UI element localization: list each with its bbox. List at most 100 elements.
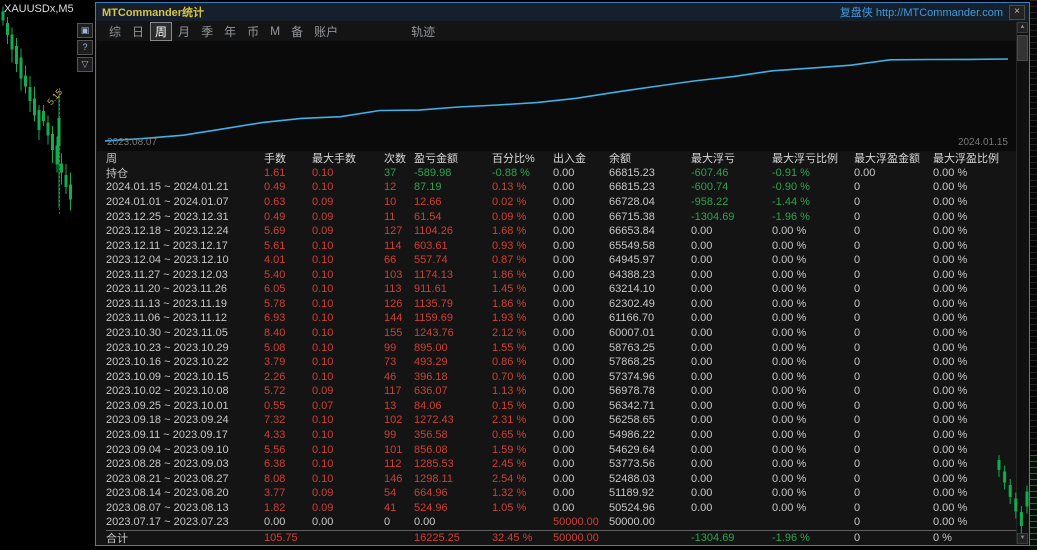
cell: 0.00 % bbox=[933, 166, 968, 179]
cell: 1.32 % bbox=[492, 487, 527, 500]
cell: 1104.26 bbox=[414, 225, 453, 238]
table-row[interactable]: 2023.09.25 ~ 2023.10.01 0.55 0.07 13 84.06 0.… bbox=[106, 399, 1016, 414]
chart-button-3[interactable]: ▽ bbox=[77, 57, 93, 72]
table-row[interactable]: 2023.12.11 ~ 2023.12.17 5.61 0.10 114 603.61… bbox=[106, 238, 1016, 253]
table-row[interactable]: 2023.10.02 ~ 2023.10.08 5.72 0.09 117 636.07… bbox=[106, 384, 1016, 399]
cell: 0.00 bbox=[691, 385, 713, 398]
tab-day[interactable]: 日 bbox=[127, 22, 149, 41]
table-row[interactable]: 2023.07.17 ~ 2023.07.23 0.00 0.00 0 0.00 5000… bbox=[106, 515, 1016, 530]
table-row[interactable]: 2023.12.04 ~ 2023.12.10 4.01 0.10 66 557.74 0… bbox=[106, 253, 1016, 268]
cell: 0 bbox=[854, 341, 861, 354]
cell: 32.45 % bbox=[492, 531, 533, 544]
scroll-up-icon[interactable]: ▲ bbox=[1017, 22, 1028, 33]
chart-button-2[interactable]: ? bbox=[77, 40, 93, 55]
cell: -1304.69 bbox=[691, 210, 735, 223]
tab-quarter[interactable]: 季 bbox=[196, 22, 218, 41]
table-row[interactable]: 2023.11.20 ~ 2023.11.26 6.05 0.10 113 911.61… bbox=[106, 282, 1016, 297]
cell: -589.98 bbox=[414, 166, 452, 179]
cell: 66653.84 bbox=[609, 225, 655, 238]
cell: 0.00 % bbox=[772, 443, 807, 456]
tab-note[interactable]: 备 bbox=[286, 22, 308, 41]
table-total-row[interactable]: 合计 105.75 16225.25 32.45 % 50000.00 -1304.69 -… bbox=[106, 529, 1016, 545]
row-label: 2023.12.25 ~ 2023.12.31 bbox=[106, 210, 229, 223]
tab-currency[interactable]: 币 bbox=[242, 22, 264, 41]
cell: 524.96 bbox=[414, 501, 448, 514]
row-label: 2023.10.16 ~ 2023.10.22 bbox=[106, 356, 229, 369]
cell: 0.15 % bbox=[492, 399, 527, 412]
table-row[interactable]: 2023.12.18 ~ 2023.12.24 5.69 0.09 127 1104.2… bbox=[106, 224, 1016, 239]
table-row[interactable]: 2023.08.07 ~ 2023.08.13 1.82 0.09 41 524.96 1… bbox=[106, 501, 1016, 516]
cell: 百分比% bbox=[492, 153, 535, 166]
cell: 0.00 bbox=[553, 370, 575, 383]
cell: 最大浮盈金额 bbox=[854, 153, 920, 166]
table-row[interactable]: 2023.11.06 ~ 2023.11.12 6.93 0.10 144 1159.6… bbox=[106, 311, 1016, 326]
cell: 0.10 bbox=[312, 268, 334, 281]
cell: 1.59 % bbox=[492, 443, 527, 456]
table-row[interactable]: 2024.01.15 ~ 2024.01.21 0.49 0.10 12 87.19 0.… bbox=[106, 180, 1016, 195]
table-row[interactable]: 2023.11.13 ~ 2023.11.19 5.78 0.10 126 1135.7… bbox=[106, 297, 1016, 312]
cell: 356.58 bbox=[414, 428, 448, 441]
cell: 12.66 bbox=[414, 195, 442, 208]
cell: 87.19 bbox=[414, 181, 442, 194]
table-row[interactable]: 2023.08.28 ~ 2023.09.03 6.38 0.10 112 1285.5… bbox=[106, 457, 1016, 472]
cell: 99 bbox=[384, 341, 397, 354]
window-titlebar[interactable]: MTCommander统计 复盘侠 http://MTCommander.com… bbox=[96, 3, 1029, 21]
brand-link[interactable]: 复盘侠 http://MTCommander.com bbox=[840, 4, 1003, 20]
cell: 0.70 % bbox=[492, 370, 527, 383]
scrollbar-thumb[interactable] bbox=[1017, 35, 1028, 61]
table-row[interactable]: 2023.09.18 ~ 2023.09.24 7.32 0.10 102 1272.4… bbox=[106, 413, 1016, 428]
cell: 11 bbox=[384, 210, 396, 223]
cell: 0.00 bbox=[553, 428, 575, 441]
cell: -0.88 % bbox=[492, 166, 530, 179]
row-label: 2023.08.14 ~ 2023.08.20 bbox=[106, 487, 229, 500]
table-row[interactable]: 2023.08.21 ~ 2023.08.27 8.08 0.10 146 1298.1… bbox=[106, 471, 1016, 486]
cell: 396.18 bbox=[414, 370, 448, 383]
tab-month[interactable]: 月 bbox=[173, 22, 195, 41]
tab-m[interactable]: M bbox=[265, 23, 285, 39]
cell: 0.00 bbox=[553, 283, 575, 296]
tab-track[interactable]: 轨迹 bbox=[406, 22, 440, 41]
row-label: 2023.11.27 ~ 2023.12.03 bbox=[106, 268, 228, 281]
row-label: 持仓 bbox=[106, 167, 128, 180]
cell: 56258.65 bbox=[609, 414, 655, 427]
table-row[interactable]: 2023.08.14 ~ 2023.08.20 3.77 0.09 54 664.96 1… bbox=[106, 486, 1016, 501]
cell: 出入金 bbox=[553, 153, 586, 166]
table-row[interactable]: 2023.10.16 ~ 2023.10.22 3.79 0.10 73 493.29 0… bbox=[106, 355, 1016, 370]
table-row[interactable]: 2023.09.11 ~ 2023.09.17 4.33 0.10 99 356.58 0… bbox=[106, 428, 1016, 443]
cell: 0 bbox=[854, 428, 861, 441]
stats-window: MTCommander统计 复盘侠 http://MTCommander.com… bbox=[95, 2, 1030, 546]
tab-account[interactable]: 账户 bbox=[309, 22, 343, 41]
table-row[interactable]: 2023.09.04 ~ 2023.09.10 5.56 0.10 101 856.08… bbox=[106, 442, 1016, 457]
cell: 0.00 bbox=[691, 458, 713, 471]
table-row[interactable]: 2023.12.25 ~ 2023.12.31 0.49 0.09 11 61.54 0.… bbox=[106, 209, 1016, 224]
cell: 1243.76 bbox=[414, 327, 454, 340]
cell: 1.61 bbox=[264, 166, 286, 179]
table-row[interactable]: 持仓 1.61 0.10 37 -589.98 -0.88 % 0.00 66815.23 -6… bbox=[106, 166, 1016, 181]
cell: 636.07 bbox=[414, 385, 448, 398]
tab-summary[interactable]: 综 bbox=[104, 22, 126, 41]
cell: 0.09 % bbox=[492, 210, 527, 223]
chart-button-1[interactable]: ▣ bbox=[77, 23, 93, 38]
cell: -1.96 % bbox=[772, 210, 810, 223]
close-icon[interactable]: × bbox=[1009, 4, 1025, 20]
cell: 54986.22 bbox=[609, 428, 655, 441]
tab-year[interactable]: 年 bbox=[219, 22, 241, 41]
cell: 0.00 bbox=[691, 356, 713, 369]
table-row[interactable]: 2023.10.09 ~ 2023.10.15 2.26 0.10 46 396.18 0… bbox=[106, 369, 1016, 384]
cell: 0.00 % bbox=[772, 225, 807, 238]
table-row[interactable]: 2023.11.27 ~ 2023.12.03 5.40 0.10 103 1174.1… bbox=[106, 268, 1016, 283]
cell: 0.10 bbox=[312, 239, 334, 252]
cell: -0.90 % bbox=[772, 181, 810, 194]
cell: 0.00 % bbox=[772, 239, 807, 252]
cell: 0.00 bbox=[553, 312, 575, 325]
table-row[interactable]: 2023.10.23 ~ 2023.10.29 5.08 0.10 99 895.00 1… bbox=[106, 340, 1016, 355]
cell: 0.09 bbox=[312, 385, 334, 398]
row-label: 2023.12.04 ~ 2023.12.10 bbox=[106, 254, 229, 267]
cell: 0.00 bbox=[691, 501, 713, 514]
cell: -1304.69 bbox=[691, 531, 735, 544]
table-row[interactable]: 2023.10.30 ~ 2023.11.05 8.40 0.10 155 1243.7… bbox=[106, 326, 1016, 341]
cell: 0.00 % bbox=[933, 370, 968, 383]
table-row[interactable]: 2024.01.01 ~ 2024.01.07 0.63 0.09 10 12.66 0.… bbox=[106, 195, 1016, 210]
cell: 54 bbox=[384, 487, 397, 500]
tab-week[interactable]: 周 bbox=[150, 21, 173, 41]
